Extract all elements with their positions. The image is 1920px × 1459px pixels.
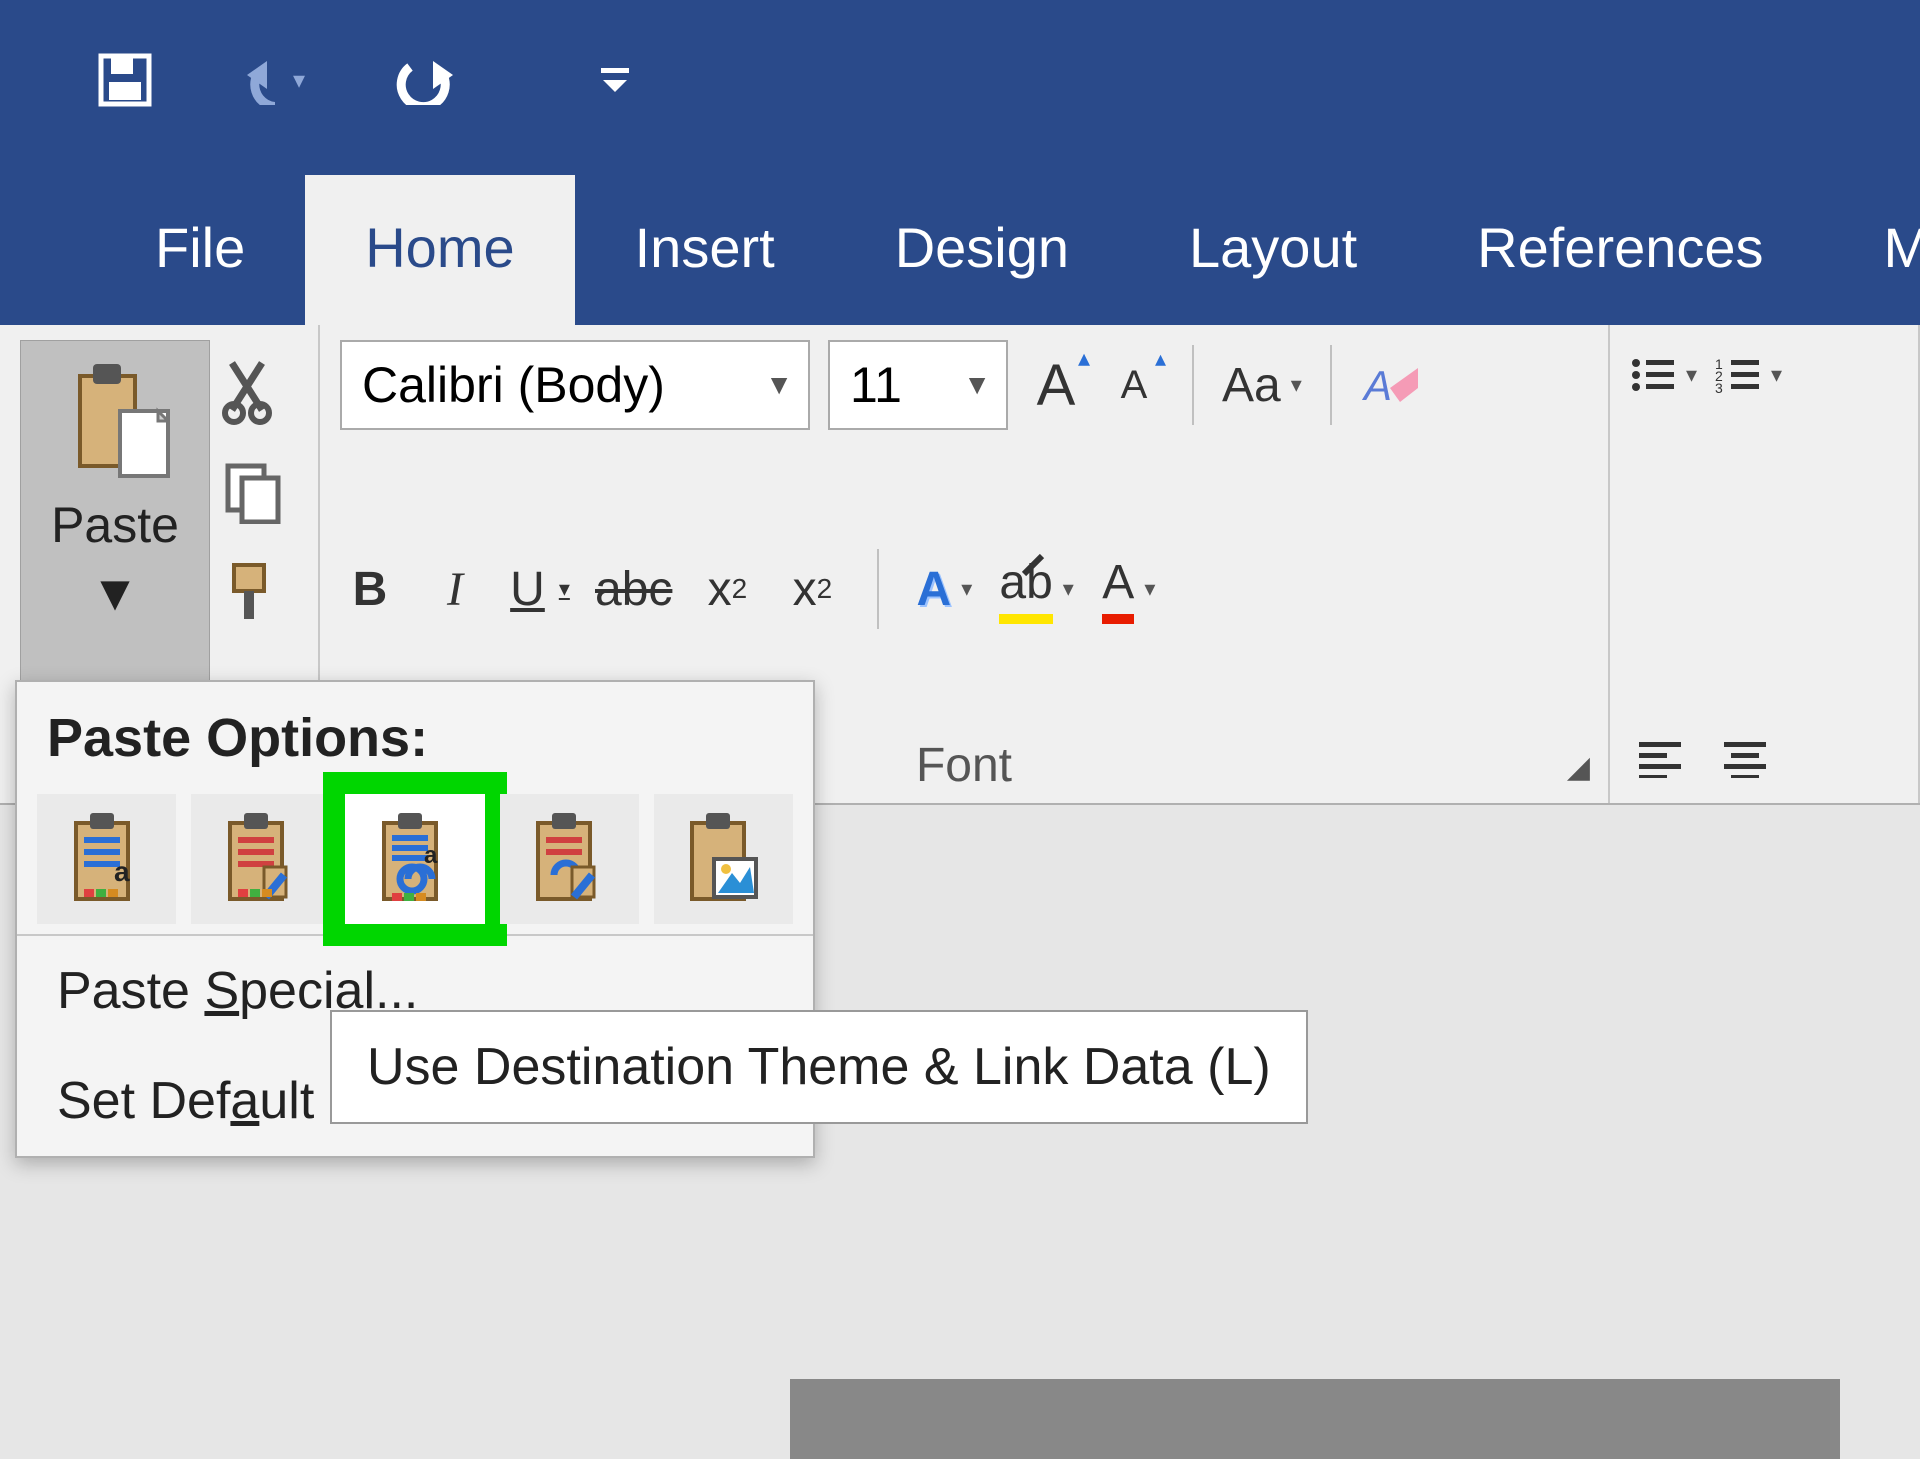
italic-button[interactable]: I: [425, 554, 485, 624]
paste-option-link-keep-source-formatting[interactable]: [500, 794, 639, 924]
font-color-button[interactable]: A: [1099, 554, 1159, 624]
svg-text:A: A: [1361, 362, 1392, 409]
tab-insert[interactable]: Insert: [575, 175, 835, 325]
ribbon-tabs: File Home Insert Design Layout Reference…: [0, 160, 1920, 325]
font-name-value: Calibri (Body): [362, 356, 665, 414]
clear-formatting-button[interactable]: A: [1360, 350, 1420, 420]
bullets-button[interactable]: [1630, 340, 1697, 410]
change-case-button[interactable]: Aa: [1222, 350, 1302, 420]
paste-option-tooltip: Use Destination Theme & Link Data (L): [330, 1010, 1308, 1124]
underline-button[interactable]: U▾: [510, 554, 570, 624]
copy-icon[interactable]: [222, 460, 282, 524]
paste-dropdown-arrow-icon[interactable]: ▼: [90, 564, 140, 622]
paste-option-picture[interactable]: [654, 794, 793, 924]
align-left-button[interactable]: [1630, 723, 1690, 793]
font-size-select[interactable]: 11 ▼: [828, 340, 1008, 430]
cut-icon[interactable]: [222, 355, 282, 425]
quick-access-toolbar: ▾: [0, 0, 1920, 160]
redo-icon[interactable]: [395, 50, 455, 110]
strikethrough-button[interactable]: abc: [595, 554, 672, 624]
superscript-button[interactable]: x2: [782, 554, 842, 624]
tab-next-partial[interactable]: M: [1824, 175, 1920, 325]
paste-option-keep-source-formatting[interactable]: [191, 794, 330, 924]
font-dialog-launcher-icon[interactable]: ◢: [1567, 750, 1590, 785]
document-shadow: [790, 1379, 1840, 1459]
format-painter-icon[interactable]: [222, 559, 282, 623]
subscript-button[interactable]: x2: [697, 554, 757, 624]
svg-text:3: 3: [1715, 380, 1723, 395]
align-center-button[interactable]: [1715, 723, 1775, 793]
tab-home[interactable]: Home: [305, 175, 574, 325]
text-effects-button[interactable]: A: [914, 554, 974, 624]
tab-references[interactable]: References: [1417, 175, 1823, 325]
paste-option-use-destination-theme[interactable]: a: [37, 794, 176, 924]
paste-options-row: a a: [17, 784, 813, 934]
paste-label: Paste: [51, 496, 179, 554]
chevron-down-icon: ▼: [963, 369, 991, 401]
chevron-down-icon: ▼: [765, 369, 793, 401]
grow-font-button[interactable]: A▴: [1026, 350, 1086, 420]
font-size-value: 11: [850, 356, 902, 414]
undo-icon[interactable]: ▾: [245, 50, 305, 110]
font-name-select[interactable]: Calibri (Body) ▼: [340, 340, 810, 430]
highlight-button[interactable]: ab: [999, 554, 1073, 624]
tab-design[interactable]: Design: [835, 175, 1129, 325]
qat-customize-icon[interactable]: [585, 50, 645, 110]
shrink-font-button[interactable]: A▴: [1104, 350, 1164, 420]
tab-layout[interactable]: Layout: [1129, 175, 1417, 325]
tab-file[interactable]: File: [95, 175, 305, 325]
group-paragraph-partial: 123: [1610, 325, 1920, 803]
paste-options-title: Paste Options:: [17, 682, 813, 784]
bold-button[interactable]: B: [340, 554, 400, 624]
numbering-button[interactable]: 123: [1715, 340, 1782, 410]
save-icon[interactable]: [95, 50, 155, 110]
svg-text:a: a: [114, 856, 130, 887]
paste-option-link-use-destination-theme[interactable]: a: [345, 794, 484, 924]
